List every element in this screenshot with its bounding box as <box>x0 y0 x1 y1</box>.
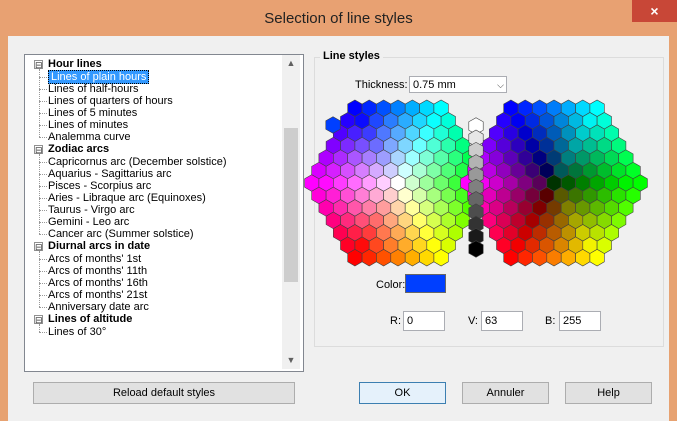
help-button[interactable]: Help <box>565 382 652 404</box>
color-hex-cell[interactable] <box>468 240 484 258</box>
dialog-window: Selection of line styles × ⊟ Hour lines Li… <box>0 0 677 421</box>
color-swatch <box>405 274 446 293</box>
r-input[interactable]: 0 <box>403 311 445 331</box>
color-palette[interactable] <box>0 0 677 421</box>
color-label: Color: <box>376 279 406 291</box>
b-label: B: <box>545 315 556 327</box>
v-input[interactable]: 63 <box>481 311 523 331</box>
ok-button[interactable]: OK <box>359 382 446 404</box>
r-label: R: <box>390 315 401 327</box>
b-input[interactable]: 255 <box>559 311 601 331</box>
v-label: V: <box>468 315 478 327</box>
cancel-button[interactable]: Annuler <box>462 382 549 404</box>
reload-default-styles-button[interactable]: Reload default styles <box>33 382 295 404</box>
help-button-label: Help <box>597 387 620 399</box>
